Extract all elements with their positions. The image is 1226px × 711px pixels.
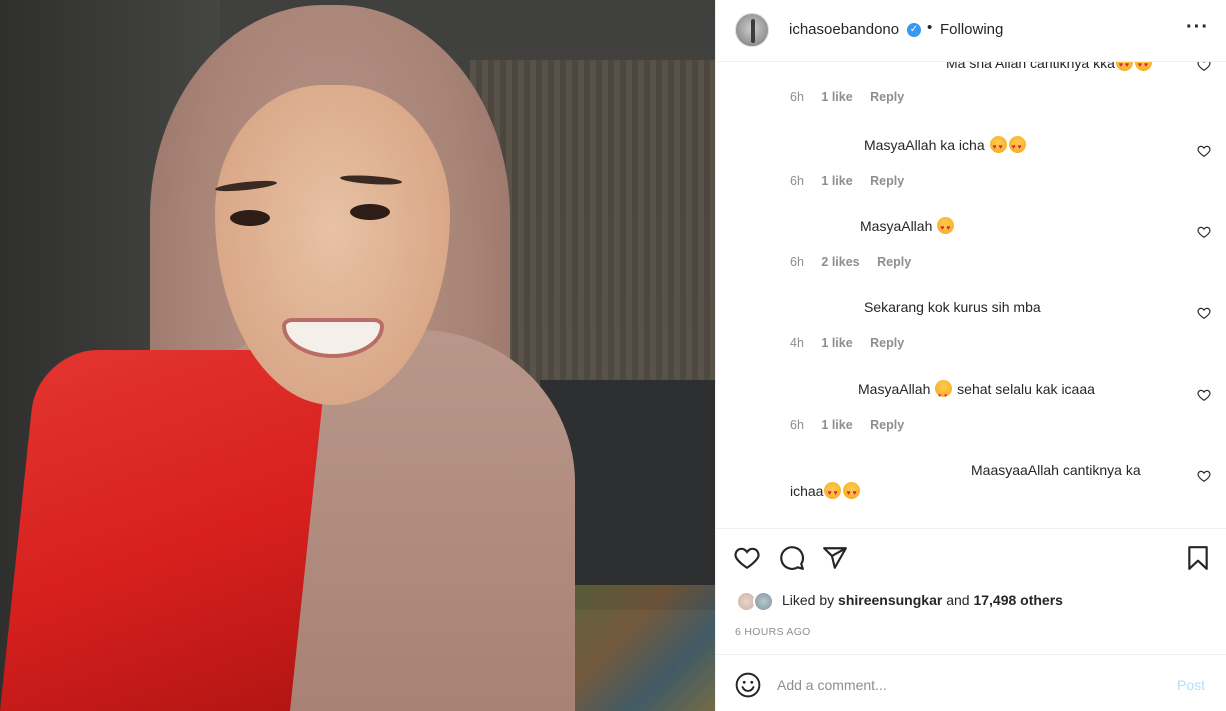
liked-by-user-link[interactable]: shireensungkar [838, 592, 942, 608]
comment-meta: 6h 2 likes Reply [790, 255, 925, 269]
photo-background-rug [560, 585, 715, 711]
comment-meta: 6h 1 like Reply [790, 174, 918, 188]
post-side-panel: ichasoebandono ✓ • Following ··· Ma sha … [715, 0, 1226, 711]
comment-meta: 4h 1 like Reply [790, 336, 918, 350]
heart-eyes-emoji-icon [1008, 136, 1026, 158]
comment-likes-count[interactable]: 2 likes [821, 255, 859, 269]
comment-time: 6h [790, 90, 804, 104]
verified-badge-icon: ✓ [907, 23, 921, 37]
comment-time: 6h [790, 255, 804, 269]
liked-by-avatars[interactable] [736, 591, 780, 613]
comment-like-heart-icon[interactable] [1197, 62, 1211, 72]
post-photo[interactable] [0, 0, 715, 711]
comment-time: 6h [790, 174, 804, 188]
comment-meta: 6h 1 like Reply [790, 418, 918, 432]
comment-time: 6h [790, 418, 804, 432]
comments-list[interactable]: Ma sha Allah cantiknya kka 6h 1 like Rep… [716, 62, 1226, 528]
add-comment-bar: Post [716, 654, 1226, 711]
liked-by-text: Liked by shireensungkar and 17,498 other… [782, 592, 1063, 608]
heart-eyes-emoji-icon [937, 217, 955, 239]
post-username[interactable]: ichasoebandono [789, 21, 899, 38]
comment-text-line2: ichaa [790, 481, 861, 504]
comment-likes-count[interactable]: 1 like [821, 418, 852, 432]
comment-reply-button[interactable]: Reply [877, 255, 911, 269]
post-actions: Liked by shireensungkar and 17,498 other… [716, 528, 1226, 654]
comment-text: MasyaAllah [860, 216, 955, 239]
comment-reply-button[interactable]: Reply [870, 174, 904, 188]
heart-eyes-emoji-icon [1115, 62, 1133, 76]
save-bookmark-icon[interactable] [1185, 545, 1211, 571]
post-comment-button[interactable]: Post [1177, 677, 1205, 693]
comment-text: MasyaAllah ka icha [864, 135, 1027, 158]
comment-like-heart-icon[interactable] [1197, 469, 1211, 483]
heart-eyes-emoji-icon [989, 136, 1007, 158]
comment-like-heart-icon[interactable] [1197, 144, 1211, 158]
comment-meta: 6h 1 like Reply [790, 90, 918, 104]
comment-likes-count[interactable]: 1 like [821, 174, 852, 188]
emoji-picker-icon[interactable] [735, 672, 761, 698]
comment-reply-button[interactable]: Reply [870, 336, 904, 350]
comment-reply-button[interactable]: Reply [870, 90, 904, 104]
comment-like-heart-icon[interactable] [1197, 225, 1211, 239]
comment-reply-button[interactable]: Reply [870, 418, 904, 432]
photo-eye-right [350, 204, 390, 220]
comment-bubble-icon[interactable] [779, 545, 805, 571]
heart-eyes-emoji-icon [1134, 62, 1152, 76]
heart-eyes-emoji-icon [843, 482, 861, 504]
avatar [753, 591, 774, 612]
header-separator: • [927, 19, 933, 36]
comment-likes-count[interactable]: 1 like [821, 336, 852, 350]
post-header: ichasoebandono ✓ • Following ··· [716, 0, 1226, 62]
avatar[interactable] [735, 13, 769, 47]
smiling-hearts-emoji-icon [935, 380, 953, 406]
comment-like-heart-icon[interactable] [1197, 306, 1211, 320]
comment-text: MasyaAllah sehat selalu kak icaaa [858, 379, 1095, 406]
comment-like-heart-icon[interactable] [1197, 388, 1211, 402]
photo-red-clothing [0, 350, 328, 711]
comment-text-line1: MaasyaaAllah cantiknya ka [971, 462, 1141, 478]
share-paper-plane-icon[interactable] [822, 545, 848, 571]
comment-text: Sekarang kok kurus sih mba [864, 299, 1041, 315]
comment-text: Ma sha Allah cantiknya kka [946, 62, 1153, 76]
comment-likes-count[interactable]: 1 like [821, 90, 852, 104]
comment-input[interactable] [777, 673, 1157, 697]
heart-eyes-emoji-icon [824, 482, 842, 504]
likes-count-link[interactable]: 17,498 others [973, 592, 1063, 608]
following-button[interactable]: Following [940, 21, 1003, 38]
comment-time: 4h [790, 336, 804, 350]
more-options-icon[interactable]: ··· [1186, 16, 1209, 39]
like-heart-icon[interactable] [734, 545, 760, 571]
photo-eye-left [230, 210, 270, 226]
post-timestamp[interactable]: 6 HOURS AGO [735, 626, 811, 638]
